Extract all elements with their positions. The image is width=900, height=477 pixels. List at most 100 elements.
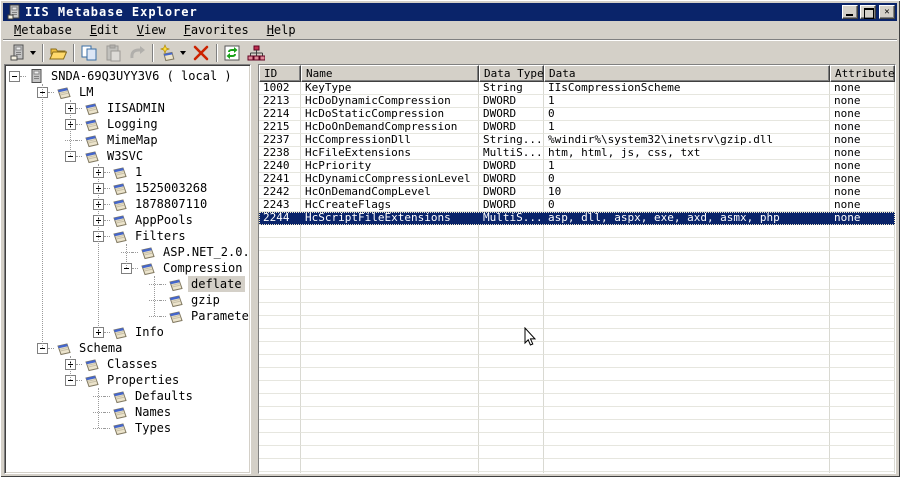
cell-name [301, 433, 479, 446]
cell-id [259, 277, 301, 290]
tree-item-label: AppPools [135, 213, 193, 227]
key-icon [166, 293, 188, 308]
cell-data [544, 238, 830, 251]
tree-item-label: 1525003268 [135, 181, 208, 195]
cell-id [259, 225, 301, 238]
minimize-button[interactable] [842, 5, 858, 19]
panel-splitter[interactable] [251, 64, 258, 474]
table-row-2243[interactable]: 2243 HcCreateFlags DWORD 0 none [259, 199, 895, 212]
cell-attributes [830, 433, 895, 446]
copy-icon [80, 44, 98, 62]
cell-name: HcDynamicCompressionLevel [301, 173, 479, 186]
tree-item-types[interactable]: Types [5, 420, 250, 436]
cell-attributes: none [830, 160, 895, 173]
cell-id [259, 446, 301, 459]
cell-id [259, 394, 301, 407]
table-row-2244[interactable]: 2244 HcScriptFileExtensions MultiS... asp, … [259, 212, 895, 225]
cell-id: 2238 [259, 147, 301, 160]
table-row-2241[interactable]: 2241 HcDynamicCompressionLevel DWORD 0 none [259, 173, 895, 186]
tree-item-label: Classes [107, 357, 158, 371]
cell-attributes [830, 381, 895, 394]
new-key-button[interactable] [156, 42, 189, 64]
cell-name [301, 420, 479, 433]
cell-data [544, 316, 830, 329]
cell-name [301, 290, 479, 303]
cell-id [259, 355, 301, 368]
column-header-attributes[interactable]: Attributes [830, 65, 895, 82]
table-row-2214[interactable]: 2214 HcDoStaticCompression DWORD 0 none [259, 108, 895, 121]
cell-id [259, 433, 301, 446]
table-row-2237[interactable]: 2237 HcCompressionDll String... %windir%\sy… [259, 134, 895, 147]
window-title: IIS Metabase Explorer [25, 5, 198, 19]
empty-row [259, 277, 895, 290]
maximize-button[interactable] [860, 5, 876, 19]
tree-item-label: Compression [163, 261, 243, 275]
column-header-id[interactable]: ID [259, 65, 301, 82]
column-header-name[interactable]: Name [301, 65, 479, 82]
expander-minus-icon[interactable] [9, 70, 20, 82]
tree-item-label: Defaults [135, 389, 193, 403]
table-row-2213[interactable]: 2213 HcDoDynamicCompression DWORD 1 none [259, 95, 895, 108]
server-connect-button[interactable] [6, 42, 39, 64]
table-row-2238[interactable]: 2238 HcFileExtensions MultiS... htm, html, … [259, 147, 895, 160]
cell-attributes [830, 459, 895, 472]
cell-name [301, 238, 479, 251]
cell-data-type [479, 368, 544, 381]
cell-data: 0 [544, 108, 830, 121]
dropdown-arrow-icon[interactable] [180, 50, 186, 55]
delete-icon [192, 44, 210, 62]
cell-id [259, 290, 301, 303]
cell-name: HcPriority [301, 160, 479, 173]
undo-button [125, 42, 149, 64]
tree-item-defaults[interactable]: Defaults [5, 388, 250, 404]
copy-button[interactable] [77, 42, 101, 64]
cell-data [544, 407, 830, 420]
tree-item-label: W3SVC [107, 149, 144, 163]
tree-view-button[interactable] [244, 42, 268, 64]
tree-item-classes[interactable]: Classes [5, 356, 250, 372]
cell-name [301, 472, 479, 473]
table-row-2242[interactable]: 2242 HcOnDemandCompLevel DWORD 10 none [259, 186, 895, 199]
cell-data-type: DWORD [479, 108, 544, 121]
tree-item-names[interactable]: Names [5, 404, 250, 420]
menu-metabase[interactable]: Metabase [5, 21, 81, 39]
key-icon [166, 277, 188, 292]
tree-item-label: Names [135, 405, 172, 419]
table-row-2240[interactable]: 2240 HcPriority DWORD 1 none [259, 160, 895, 173]
key-icon [82, 117, 104, 132]
cell-name: HcFileExtensions [301, 147, 479, 160]
key-icon [110, 389, 132, 404]
cell-id [259, 342, 301, 355]
tree-item-label: IISADMIN [107, 101, 165, 115]
refresh-button[interactable] [220, 42, 244, 64]
close-button[interactable] [879, 5, 895, 19]
cell-attributes: none [830, 121, 895, 134]
menu-edit[interactable]: Edit [81, 21, 128, 39]
cell-attributes: none [830, 147, 895, 160]
tree-item-snda-69q3uyy3v6-local[interactable]: SNDA-69Q3UYY3V6 ( local ) [5, 68, 250, 84]
server-connect-icon [9, 44, 27, 62]
tree-item-properties[interactable]: Properties [5, 372, 250, 388]
cell-name: HcDoDynamicCompression [301, 95, 479, 108]
empty-row [259, 264, 895, 277]
dropdown-arrow-icon[interactable] [30, 50, 36, 55]
cell-id [259, 407, 301, 420]
column-header-data[interactable]: Data [544, 65, 830, 82]
menu-view[interactable]: View [128, 21, 175, 39]
paste-icon [104, 44, 122, 62]
cell-data: 1 [544, 121, 830, 134]
column-header-data-type[interactable]: Data Type [479, 65, 544, 82]
cell-attributes: none [830, 199, 895, 212]
cell-name [301, 316, 479, 329]
table-row-2215[interactable]: 2215 HcDoOnDemandCompression DWORD 1 none [259, 121, 895, 134]
app-icon [7, 4, 20, 20]
tree-item-label: 1 [135, 165, 143, 179]
cell-name [301, 329, 479, 342]
delete-button[interactable] [189, 42, 213, 64]
menu-help[interactable]: Help [258, 21, 305, 39]
menu-favorites[interactable]: Favorites [175, 21, 258, 39]
open-button[interactable] [46, 42, 70, 64]
cell-data [544, 264, 830, 277]
title-bar[interactable]: IIS Metabase Explorer [3, 3, 897, 21]
table-row-1002[interactable]: 1002 KeyType String IIsCompressionScheme non… [259, 82, 895, 95]
